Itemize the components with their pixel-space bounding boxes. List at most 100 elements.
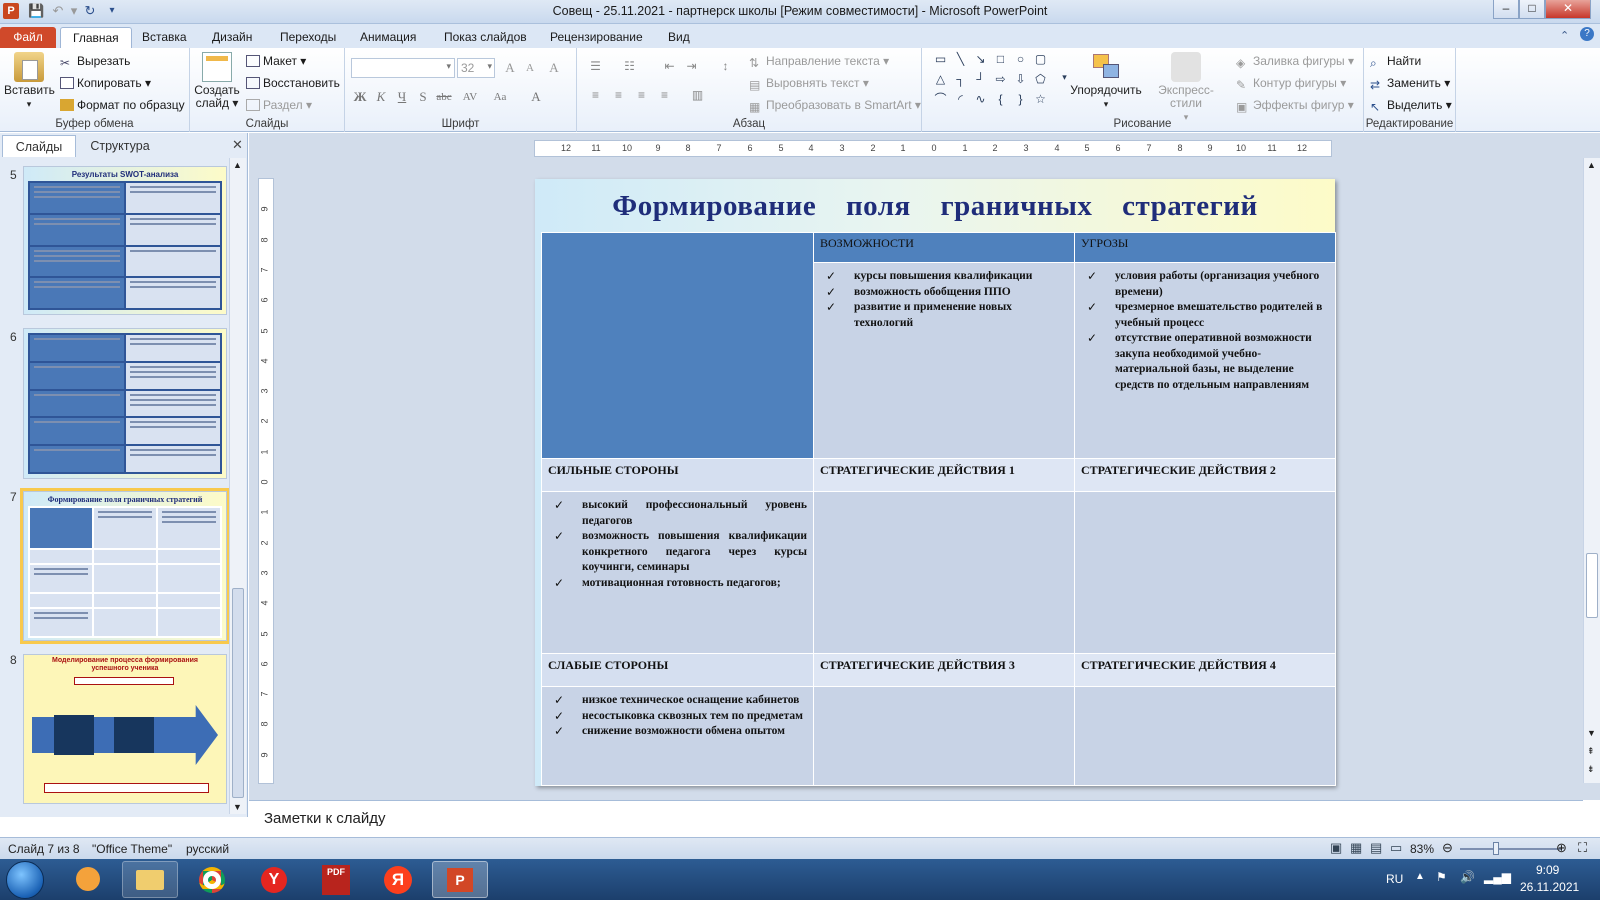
zoom-slider-thumb[interactable] [1493,842,1499,855]
zoom-in-icon[interactable]: ⊕ [1556,840,1567,856]
next-slide-icon[interactable]: ⇟ [1587,764,1595,775]
strategic-actions-2-cell[interactable] [1074,491,1336,654]
select-button[interactable]: ↖ Выделить ▾ [1370,98,1452,114]
horizontal-ruler[interactable]: 12 11 10 9 8 7 6 5 4 3 2 1 0 1 2 3 4 5 6 7 8 9 10 11 12 [534,140,1332,157]
line-spacing-icon[interactable]: ↕ [717,59,734,74]
numbering-icon[interactable]: ☷ [621,59,638,74]
shape-fill-button[interactable]: ◈ Заливка фигуры ▾ [1236,54,1354,70]
strikethrough-button[interactable]: abc [435,88,453,106]
font-name-combo[interactable]: ▾ [351,58,455,78]
increase-indent-icon[interactable]: ⇥ [683,59,700,74]
scroll-thumb[interactable] [1586,553,1598,618]
language-indicator[interactable]: русский [186,842,229,856]
normal-view-icon[interactable]: ▣ [1330,840,1342,856]
tab-design[interactable]: Дизайн [200,27,264,48]
help-icon[interactable]: ? [1580,27,1594,41]
char-spacing-button[interactable]: AV [461,88,479,106]
reset-button[interactable]: Восстановить [246,76,340,90]
tab-file[interactable]: Файл [0,27,56,48]
scroll-down-icon[interactable]: ▼ [233,802,242,812]
taskbar-powerpoint[interactable]: P [432,861,488,898]
elbow-connector-shape-icon[interactable]: ┘ [972,72,989,87]
curve-shape-icon[interactable]: ⌒ [932,92,949,107]
strengths-header[interactable]: СИЛЬНЫЕ СТОРОНЫ [541,458,814,492]
justify-icon[interactable]: ≡ [656,88,673,103]
signal-icon[interactable]: ▂▄▆ [1484,870,1511,884]
replace-button[interactable]: ⇄ Заменить ▾ [1370,76,1450,92]
taskbar-yandex-browser[interactable]: Y [246,861,302,898]
underline-button[interactable]: Ч [393,88,411,106]
opportunities-header[interactable]: ВОЗМОЖНОСТИ [813,232,1075,263]
slide-canvas[interactable]: Формирование поля граничных стратегий ВО… [535,179,1336,786]
previous-slide-icon[interactable]: ⇞ [1587,746,1595,757]
start-button[interactable] [6,861,44,899]
oval-shape-icon[interactable]: ○ [1012,52,1029,67]
network-flag-icon[interactable]: ⚑ [1436,870,1447,884]
threats-header[interactable]: УГРОЗЫ [1074,232,1336,263]
left-brace-shape-icon[interactable]: { [992,92,1009,107]
decrease-indent-icon[interactable]: ⇤ [661,59,678,74]
wave-shape-icon[interactable]: ∿ [972,92,989,107]
format-painter-button[interactable]: Формат по образцу [60,98,185,112]
zoom-level[interactable]: 83% [1410,842,1434,856]
right-arrow-shape-icon[interactable]: ⇨ [992,72,1009,87]
align-right-icon[interactable]: ≡ [633,88,650,103]
triangle-shape-icon[interactable]: △ [932,72,949,87]
zoom-out-icon[interactable]: ⊖ [1442,840,1453,856]
strategic-actions-2-header[interactable]: СТРАТЕГИЧЕСКИЕ ДЕЙСТВИЯ 2 [1074,458,1336,492]
arc-shape-icon[interactable]: ◜ [952,92,969,107]
paste-button[interactable]: Вставить ▾ [4,52,55,111]
align-center-icon[interactable]: ≡ [610,88,627,103]
taskbar-pdf[interactable]: PDF [308,861,364,898]
keyboard-language[interactable]: RU [1386,872,1403,886]
slideshow-view-icon[interactable]: ▭ [1390,840,1402,856]
slide-title[interactable]: Формирование поля граничных стратегий [535,190,1335,223]
opportunities-cell[interactable]: курсы повышения квалификации возможность… [813,262,1075,459]
tab-outline[interactable]: Структура [80,135,160,157]
tab-transitions[interactable]: Переходы [268,27,348,48]
tray-expand-icon[interactable]: ▲ [1415,871,1425,882]
taskbar-media-player[interactable] [60,861,116,898]
reading-view-icon[interactable]: ▤ [1370,840,1382,856]
notes-pane[interactable]: Заметки к слайду [249,800,1583,835]
tab-slides[interactable]: Слайды [2,135,76,157]
strategic-actions-3-cell[interactable] [813,686,1075,786]
text-direction-button[interactable]: ⇅ Направление текста ▾ [749,54,889,70]
font-size-combo[interactable]: 32 ▾ [457,58,495,78]
align-left-icon[interactable]: ≡ [587,88,604,103]
taskbar-chrome[interactable] [184,861,240,898]
bold-button[interactable]: Ж [351,88,369,106]
close-button[interactable]: ✕ [1545,0,1591,19]
editor-scrollbar[interactable]: ▲ ▼ ⇞ ⇟ [1583,158,1600,783]
theme-name[interactable]: "Office Theme" [92,842,172,856]
clock-date[interactable]: 26.11.2021 [1520,880,1579,894]
copy-button[interactable]: Копировать ▾ [60,76,151,90]
arrow-line-shape-icon[interactable]: ↘ [972,52,989,67]
strategic-actions-4-header[interactable]: СТРАТЕГИЧЕСКИЕ ДЕЙСТВИЯ 4 [1074,653,1336,687]
shapes-gallery[interactable]: ▭ ╲ ↘ □ ○ ▢ △ ┐ ┘ ⇨ ⇩ ⬠ ⌒ ◜ ∿ { } ☆ [932,52,1062,110]
scroll-down-icon[interactable]: ▼ [1587,728,1596,738]
strategic-actions-1-cell[interactable] [813,491,1075,654]
rounded-rect-shape-icon[interactable]: ▢ [1032,52,1049,67]
maximize-button[interactable]: □ [1519,0,1545,19]
line-shape-icon[interactable]: ╲ [952,52,969,67]
taskbar-yandex[interactable]: Я [370,861,426,898]
layout-button[interactable]: Макет ▾ [246,54,306,68]
align-text-button[interactable]: ▤ Выровнять текст ▾ [749,76,869,92]
weaknesses-cell[interactable]: низкое техническое оснащение кабинетов н… [541,686,814,786]
textbox-shape-icon[interactable]: ▭ [932,52,949,67]
taskbar-explorer[interactable] [122,861,178,898]
connector-shape-icon[interactable]: ┐ [952,72,969,87]
down-arrow-shape-icon[interactable]: ⇩ [1012,72,1029,87]
strategic-actions-3-header[interactable]: СТРАТЕГИЧЕСКИЕ ДЕЙСТВИЯ 3 [813,653,1075,687]
slide-thumbnail-7[interactable]: Формирование поля граничных стратегий [20,488,230,644]
right-brace-shape-icon[interactable]: } [1012,92,1029,107]
clock-time[interactable]: 9:09 [1536,863,1559,877]
scroll-thumb[interactable] [232,588,244,798]
tab-view[interactable]: Вид [656,27,702,48]
grow-font-button[interactable]: A [501,59,519,77]
strategic-actions-4-cell[interactable] [1074,686,1336,786]
tab-insert[interactable]: Вставка [130,27,199,48]
table-corner-cell[interactable] [541,232,814,459]
shape-effects-button[interactable]: ▣ Эффекты фигур ▾ [1236,98,1354,114]
